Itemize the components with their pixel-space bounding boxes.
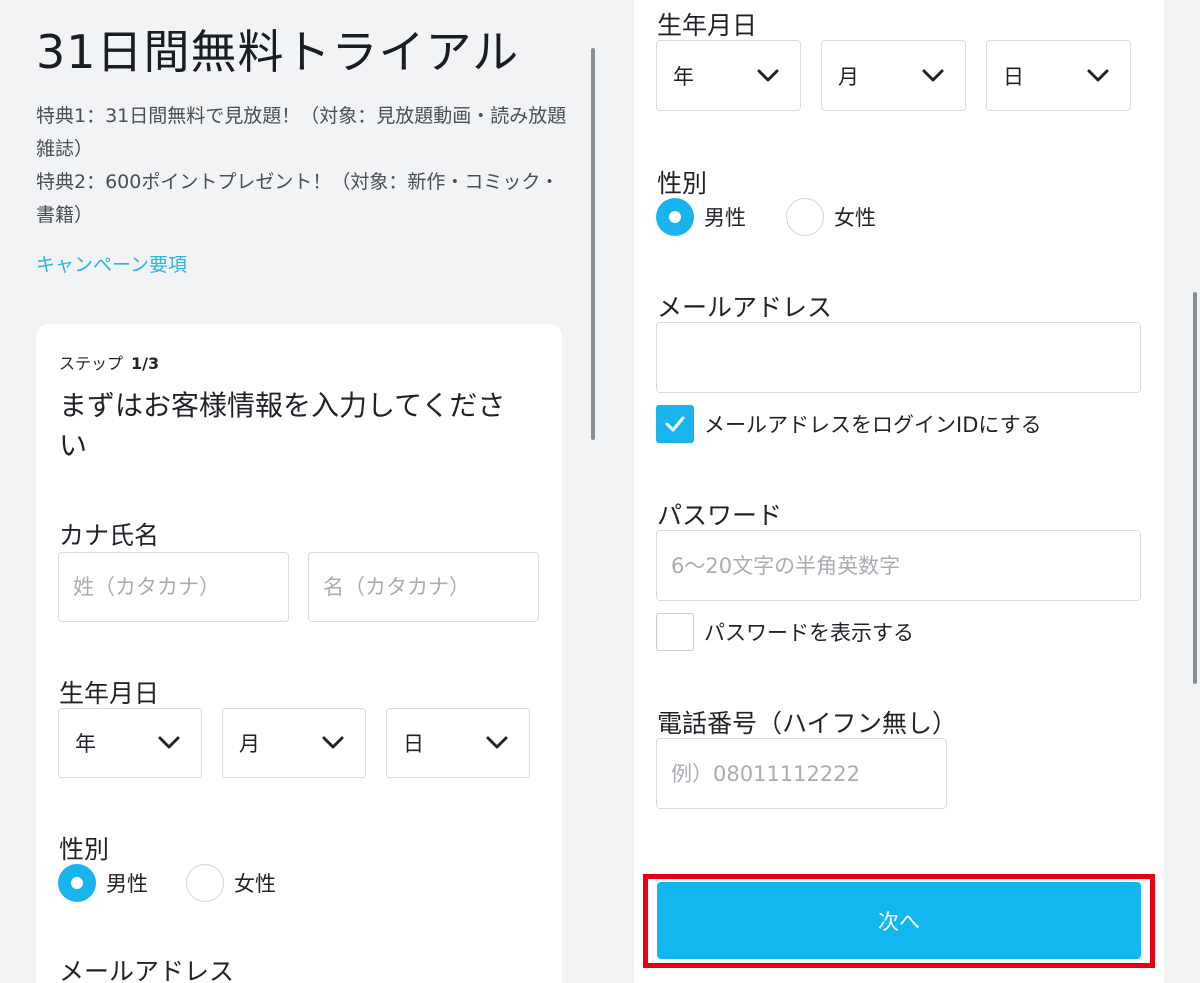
- radio-unselected-icon: [786, 198, 824, 236]
- email-input[interactable]: [656, 322, 1141, 393]
- password-input[interactable]: [656, 530, 1141, 601]
- phone-label: 電話番号（ハイフン無し）: [657, 709, 958, 738]
- chevron-down-icon: [486, 736, 508, 749]
- benefit-2: 特典2：600ポイントプレゼント！（対象：新作・コミック・書籍）: [36, 171, 559, 226]
- gender-female-radio[interactable]: 女性: [786, 198, 876, 236]
- kana-last-name-input[interactable]: [58, 552, 289, 622]
- password-label: パスワード: [657, 501, 783, 530]
- birth-year-select[interactable]: 年: [58, 708, 202, 778]
- chevron-down-icon: [158, 736, 180, 749]
- email-label: メールアドレス: [657, 293, 833, 322]
- left-screen: 31日間無料トライアル 特典1：31日間無料で見放題！（対象：見放題動画・読み放…: [0, 0, 600, 983]
- chevron-down-icon: [922, 69, 944, 81]
- next-button[interactable]: 次へ: [657, 882, 1141, 959]
- phone-input[interactable]: [656, 738, 947, 809]
- gender-male-radio[interactable]: 男性: [58, 864, 148, 902]
- radio-selected-icon: [58, 864, 96, 902]
- form-heading: まずはお客様情報を入力してください: [59, 389, 506, 462]
- birth-day-select[interactable]: 日: [386, 708, 530, 778]
- birthday-label: 生年月日: [59, 679, 160, 708]
- step-indicator: ステップ 1/3: [59, 354, 160, 373]
- gender-label: 性別: [59, 835, 110, 864]
- birth-day-select[interactable]: 日: [986, 40, 1131, 111]
- right-screen: [600, 0, 1200, 983]
- form-card: ステップ1/3 まずはお客様情報を入力してください カナ氏名 生年月日 年 月 …: [36, 324, 562, 983]
- birth-month-select[interactable]: 月: [222, 708, 366, 778]
- checkbox-unchecked-icon: [656, 613, 694, 651]
- gender-male-radio[interactable]: 男性: [656, 198, 746, 236]
- birth-year-select[interactable]: 年: [656, 40, 801, 111]
- gender-label: 性別: [657, 169, 708, 198]
- checkbox-checked-icon: [656, 405, 694, 443]
- birthday-label: 生年月日: [657, 11, 758, 40]
- email-label: メールアドレス: [59, 957, 235, 983]
- radio-unselected-icon: [186, 864, 224, 902]
- radio-selected-icon: [656, 198, 694, 236]
- gender-female-radio[interactable]: 女性: [186, 864, 276, 902]
- scrollbar[interactable]: [1193, 292, 1197, 684]
- page-title: 31日間無料トライアル: [36, 25, 520, 79]
- form-card: [634, 0, 1164, 983]
- chevron-down-icon: [757, 69, 779, 81]
- chevron-down-icon: [1087, 69, 1109, 81]
- kana-first-name-input[interactable]: [308, 552, 539, 622]
- benefit-1: 特典1：31日間無料で見放題！（対象：見放題動画・読み放題雑誌）: [36, 105, 567, 160]
- chevron-down-icon: [322, 736, 344, 749]
- scrollbar[interactable]: [591, 48, 595, 440]
- birth-month-select[interactable]: 月: [821, 40, 966, 111]
- kana-name-label: カナ氏名: [59, 521, 160, 550]
- show-password-checkbox[interactable]: パスワードを表示する: [656, 613, 914, 651]
- campaign-terms-link[interactable]: キャンペーン要項: [36, 250, 187, 277]
- email-as-login-checkbox[interactable]: メールアドレスをログインIDにする: [656, 405, 1042, 443]
